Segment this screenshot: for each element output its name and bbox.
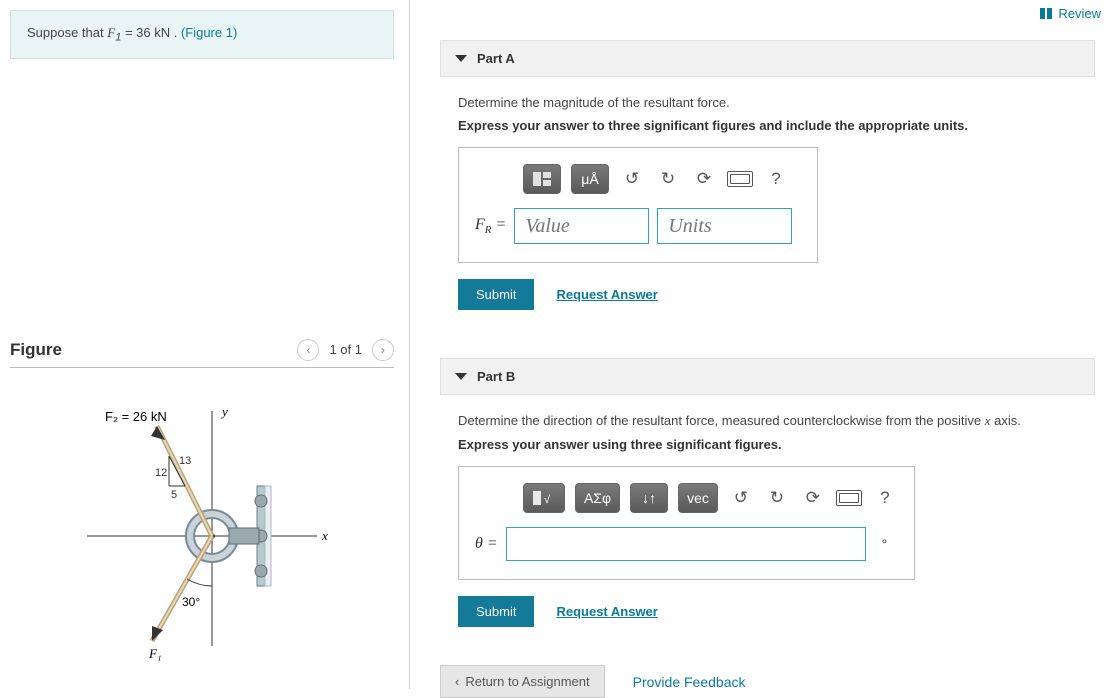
vec-button[interactable]: vec [678, 483, 718, 513]
fr-label: FR = [475, 216, 506, 236]
problem-var-sub: 1 [115, 32, 121, 44]
submit-button-b[interactable]: Submit [458, 596, 534, 627]
theta-input[interactable] [506, 527, 866, 561]
part-a-answer-panel: μÅ ↺ ↻ ⟳ ? FR = [458, 147, 818, 263]
problem-var: F [107, 25, 115, 40]
disclosure-icon [455, 373, 467, 380]
reset-button[interactable]: ⟳ [691, 164, 717, 194]
part-b-header[interactable]: Part B [440, 358, 1095, 395]
keyboard-button[interactable] [836, 483, 862, 513]
help-button[interactable]: ? [763, 164, 789, 194]
pager-prev-button[interactable]: ‹ [297, 339, 319, 361]
disclosure-icon [455, 55, 467, 62]
degree-symbol: ° [882, 536, 888, 552]
figure-link[interactable]: (Figure 1) [181, 25, 237, 40]
template-button[interactable] [523, 164, 561, 194]
y-axis-label: y [220, 404, 228, 419]
units-button[interactable]: μÅ [571, 164, 609, 194]
problem-text-prefix: Suppose that [27, 25, 107, 40]
pager-text: 1 of 1 [329, 342, 362, 357]
problem-statement: Suppose that F1 = 36 kN . (Figure 1) [10, 10, 394, 59]
request-answer-a[interactable]: Request Answer [556, 287, 657, 302]
reset-button[interactable]: ⟳ [800, 483, 826, 513]
part-a-instruction: Determine the magnitude of the resultant… [458, 95, 1087, 110]
redo-button[interactable]: ↻ [655, 164, 681, 194]
undo-button[interactable]: ↺ [728, 483, 754, 513]
review-label: Review [1058, 6, 1101, 21]
greek-button[interactable]: ΑΣφ [575, 483, 620, 513]
submit-button-a[interactable]: Submit [458, 279, 534, 310]
return-button[interactable]: ‹ Return to Assignment [440, 665, 605, 698]
figure-diagram: y x 12 13 5 [57, 386, 347, 666]
figure-title: Figure [10, 340, 62, 360]
f1-label: F₁ [148, 646, 161, 661]
keyboard-button[interactable] [727, 164, 753, 194]
help-button[interactable]: ? [872, 483, 898, 513]
undo-button[interactable]: ↺ [619, 164, 645, 194]
triangle-5: 5 [171, 489, 177, 501]
part-a-header[interactable]: Part A [440, 40, 1095, 77]
keyboard-icon [727, 171, 753, 187]
theta-label: θ = [475, 535, 498, 553]
problem-eq: = 36 kN . [125, 25, 181, 40]
review-link[interactable]: Review [1040, 6, 1101, 21]
part-b-instruction: Determine the direction of the resultant… [458, 413, 1087, 429]
chevron-left-icon: ‹ [455, 674, 459, 689]
f2-label: F₂ = 26 kN [105, 409, 167, 424]
keyboard-icon [836, 490, 862, 506]
value-input[interactable] [514, 208, 649, 244]
sub-sup-button[interactable]: ↓↑ [630, 483, 668, 513]
review-icon [1040, 8, 1052, 19]
redo-button[interactable]: ↻ [764, 483, 790, 513]
triangle-12: 12 [155, 467, 167, 479]
part-a-bold: Express your answer to three significant… [458, 118, 1087, 133]
figure-header: Figure ‹ 1 of 1 › [10, 339, 394, 368]
triangle-13: 13 [179, 455, 191, 467]
request-answer-b[interactable]: Request Answer [556, 604, 657, 619]
part-a-title: Part A [477, 51, 515, 66]
units-input[interactable] [657, 208, 792, 244]
angle-label: 30° [182, 595, 200, 609]
figure-pager: ‹ 1 of 1 › [297, 339, 394, 361]
pager-next-button[interactable]: › [372, 339, 394, 361]
part-b-bold: Express your answer using three signific… [458, 437, 1087, 452]
part-b-title: Part B [477, 369, 515, 384]
template-button[interactable]: √ [523, 483, 565, 513]
part-b-answer-panel: √ ΑΣφ ↓↑ vec ↺ ↻ ⟳ ? θ = ° [458, 466, 915, 580]
return-label: Return to Assignment [465, 674, 589, 689]
svg-text:√: √ [544, 494, 551, 506]
provide-feedback-link[interactable]: Provide Feedback [633, 674, 746, 690]
x-axis-label: x [321, 528, 328, 543]
